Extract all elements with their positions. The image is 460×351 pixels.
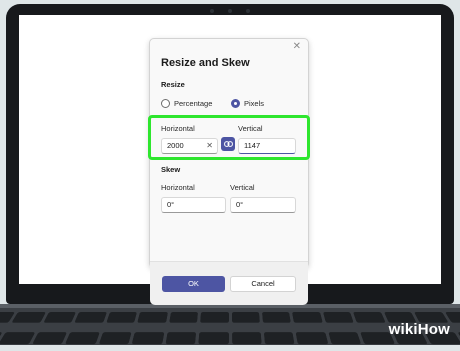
skew-horizontal-value: 0° (167, 200, 174, 209)
cancel-button[interactable]: Cancel (230, 276, 296, 292)
resize-section-label: Resize (161, 80, 185, 89)
radio-button-icon[interactable] (161, 99, 170, 108)
radio-pixels-label: Pixels (244, 99, 264, 108)
radio-percentage[interactable]: Percentage (161, 99, 212, 108)
skew-vertical-label: Vertical (230, 183, 255, 192)
highlight-box (148, 115, 310, 160)
camera-icon (210, 8, 250, 14)
skew-vertical-input[interactable]: 0° (230, 197, 296, 213)
wikihow-watermark: wikiHow (389, 321, 450, 338)
skew-horizontal-input[interactable]: 0° (161, 197, 226, 213)
skew-vertical-value: 0° (236, 200, 243, 209)
skew-horizontal-label: Horizontal (161, 183, 195, 192)
radio-pixels[interactable]: Pixels (231, 99, 264, 108)
close-icon[interactable]: ✕ (293, 42, 301, 52)
skew-section-label: Skew (161, 165, 180, 174)
watermark-prefix: wiki (389, 321, 418, 338)
dialog-footer: OK Cancel (150, 261, 308, 305)
ok-button[interactable]: OK (162, 276, 225, 292)
radio-percentage-label: Percentage (174, 99, 212, 108)
watermark-suffix: How (418, 321, 450, 338)
laptop-scene: ✕ Resize and Skew Resize Percentage Pixe… (0, 0, 460, 345)
dialog-title: Resize and Skew (161, 57, 250, 69)
radio-button-selected-icon[interactable] (231, 99, 240, 108)
